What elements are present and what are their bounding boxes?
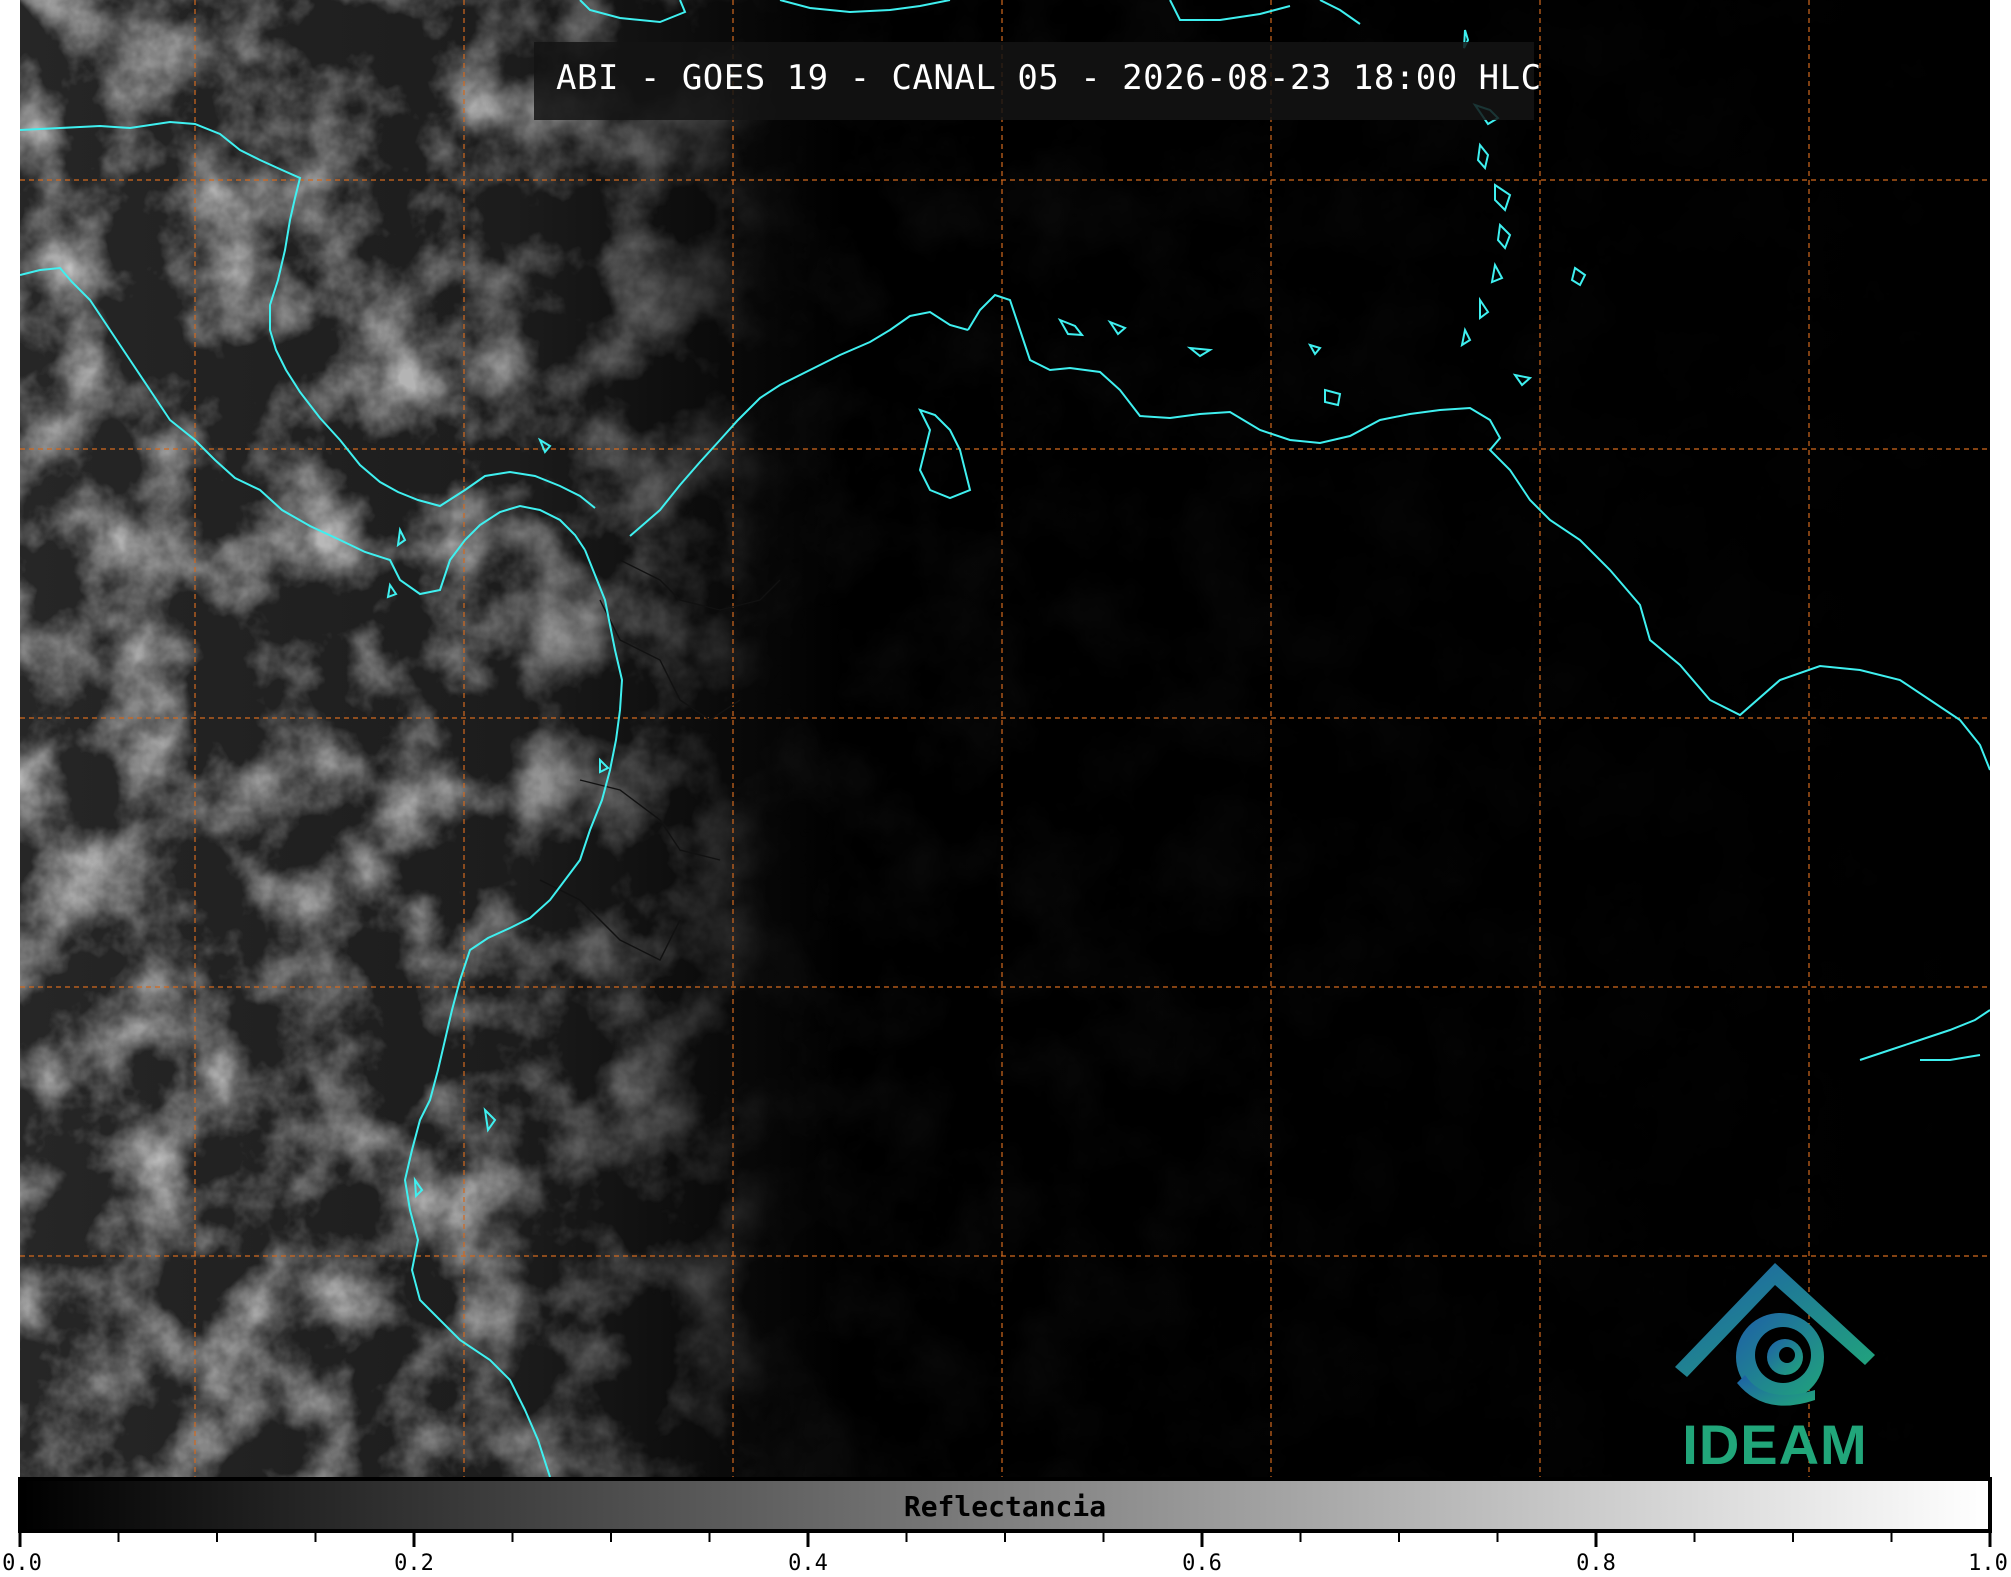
colorbar-ticks: [18, 1533, 1992, 1547]
figure-title-box: ABI - GOES 19 - CANAL 05 - 2026-08-23 18…: [534, 42, 1541, 120]
colorbar-tick-label: 0.4: [788, 1551, 828, 1576]
figure-title: ABI - GOES 19 - CANAL 05 - 2026-08-23 18…: [556, 58, 1542, 98]
colorbar-tick-label: 1.0: [1968, 1551, 2008, 1576]
colorbar-tick-label: 0.8: [1576, 1551, 1616, 1576]
colorbar-tick-label: 0.6: [1182, 1551, 1222, 1576]
logo-text: IDEAM: [1682, 1413, 1868, 1476]
colorbar-label: Reflectancia: [903, 1490, 1107, 1523]
colorbar: Reflectancia: [18, 1477, 1992, 1533]
colorbar-tick-label: 0.2: [394, 1551, 434, 1576]
colorbar-tick-label: 0.0: [2, 1551, 42, 1576]
satellite-figure: ABI - GOES 19 - CANAL 05 - 2026-08-23 18…: [0, 0, 2011, 1577]
